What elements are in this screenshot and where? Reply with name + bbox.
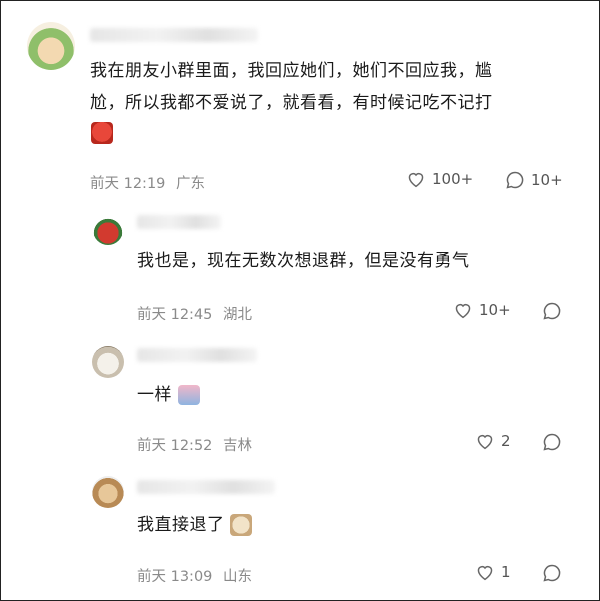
comment-time: 前天 12:19 — [90, 176, 166, 192]
heart-outline-icon — [408, 172, 424, 188]
comment-meta: 前天 12:45 湖北 — [137, 303, 252, 324]
comment-time: 前天 13:09 — [137, 569, 213, 585]
speech-bubble-icon — [543, 564, 561, 582]
comment-text: 我也是，现在无数次想退群，但是没有勇气 — [137, 251, 470, 271]
like-count: 100+ — [432, 170, 474, 188]
heart-outline-icon — [477, 434, 493, 450]
speech-bubble-icon — [543, 433, 561, 451]
comment-meta: 前天 12:52 吉林 — [137, 434, 252, 455]
avatar[interactable] — [92, 346, 124, 378]
speech-bubble-icon — [543, 302, 561, 320]
reply-button[interactable] — [542, 301, 562, 321]
comment-text: 一样 — [137, 380, 200, 410]
like-button[interactable]: 1 — [475, 563, 511, 581]
avatar[interactable] — [93, 215, 123, 245]
sticker-emoji-icon — [177, 385, 200, 405]
comment-text-line-1: 我在朋友小群里面，我回应她们，她们不回应我，尴 — [90, 61, 493, 81]
reply-button[interactable]: 10+ — [505, 170, 563, 190]
like-count: 2 — [501, 432, 511, 450]
heart-outline-icon — [477, 565, 493, 581]
comment-location: 吉林 — [223, 438, 253, 454]
comment-location: 广东 — [176, 176, 206, 192]
comment-time: 前天 12:45 — [137, 307, 213, 323]
username-blurred[interactable] — [137, 348, 257, 362]
comment-location: 湖北 — [223, 307, 253, 323]
reply-button[interactable] — [542, 432, 562, 452]
avatar[interactable] — [92, 476, 124, 508]
sticker-emoji-icon — [230, 514, 253, 536]
comment-time: 前天 12:52 — [137, 438, 213, 454]
avatar[interactable] — [27, 22, 75, 70]
comment-text-content: 一样 — [137, 385, 172, 405]
speech-bubble-icon — [506, 171, 524, 189]
comment-text: 我直接退了 — [137, 510, 253, 540]
like-button[interactable]: 2 — [475, 432, 511, 450]
username-blurred[interactable] — [137, 480, 275, 494]
comment-text-content: 我直接退了 — [137, 515, 225, 535]
comment-meta: 前天 12:19 广东 — [90, 172, 205, 193]
comment-text-line-2: 尬，所以我都不爱说了，就看看，有时候记吃不记打 — [90, 93, 493, 113]
username-blurred[interactable] — [90, 28, 258, 42]
angry-face-emoji-icon — [91, 122, 113, 144]
comment-meta: 前天 13:09 山东 — [137, 565, 252, 586]
username-blurred[interactable] — [137, 215, 221, 229]
comment-location: 山东 — [223, 569, 253, 585]
heart-outline-icon — [455, 303, 471, 319]
reply-count: 10+ — [531, 171, 563, 189]
like-button[interactable]: 10+ — [453, 301, 511, 319]
reply-button[interactable] — [542, 563, 562, 583]
like-count: 1 — [501, 563, 511, 581]
like-count: 10+ — [479, 301, 511, 319]
like-button[interactable]: 100+ — [406, 170, 473, 188]
